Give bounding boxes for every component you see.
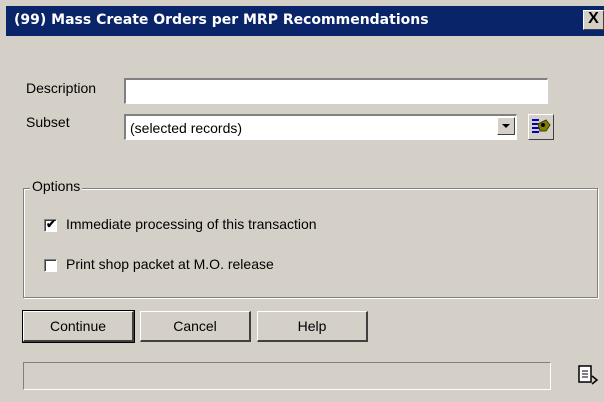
message-log-button[interactable] <box>575 362 601 390</box>
subset-selected-value: (selected records) <box>130 120 243 136</box>
subset-browse-button[interactable] <box>528 114 554 140</box>
close-icon: X <box>588 10 599 27</box>
immediate-processing-checkbox[interactable]: ✔ <box>44 217 57 232</box>
continue-button[interactable]: Continue <box>22 310 135 343</box>
description-input[interactable] <box>126 80 547 103</box>
status-bar <box>23 362 551 390</box>
chevron-down-icon[interactable] <box>497 117 515 135</box>
subset-label: Subset <box>26 114 70 130</box>
cancel-button[interactable]: Cancel <box>140 311 251 342</box>
description-label: Description <box>26 80 97 96</box>
options-legend: Options <box>30 178 83 194</box>
window-title: (99) Mass Create Orders per MRP Recommen… <box>14 12 429 28</box>
print-shop-packet-checkbox[interactable] <box>44 259 57 272</box>
title-bar: (99) Mass Create Orders per MRP Recommen… <box>6 6 604 36</box>
immediate-processing-label[interactable]: Immediate processing of this transaction <box>66 216 317 232</box>
dialog-window: (99) Mass Create Orders per MRP Recommen… <box>0 0 604 402</box>
subset-select[interactable]: (selected records) <box>124 114 517 140</box>
checkmark-icon: ✔ <box>46 217 57 231</box>
options-group <box>23 188 598 298</box>
message-log-icon <box>578 365 599 385</box>
subset-browse-icon <box>532 119 551 133</box>
close-button[interactable]: X <box>583 10 604 30</box>
help-button[interactable]: Help <box>257 311 368 342</box>
print-shop-packet-label[interactable]: Print shop packet at M.O. release <box>66 256 274 272</box>
description-field-frame <box>124 78 548 104</box>
